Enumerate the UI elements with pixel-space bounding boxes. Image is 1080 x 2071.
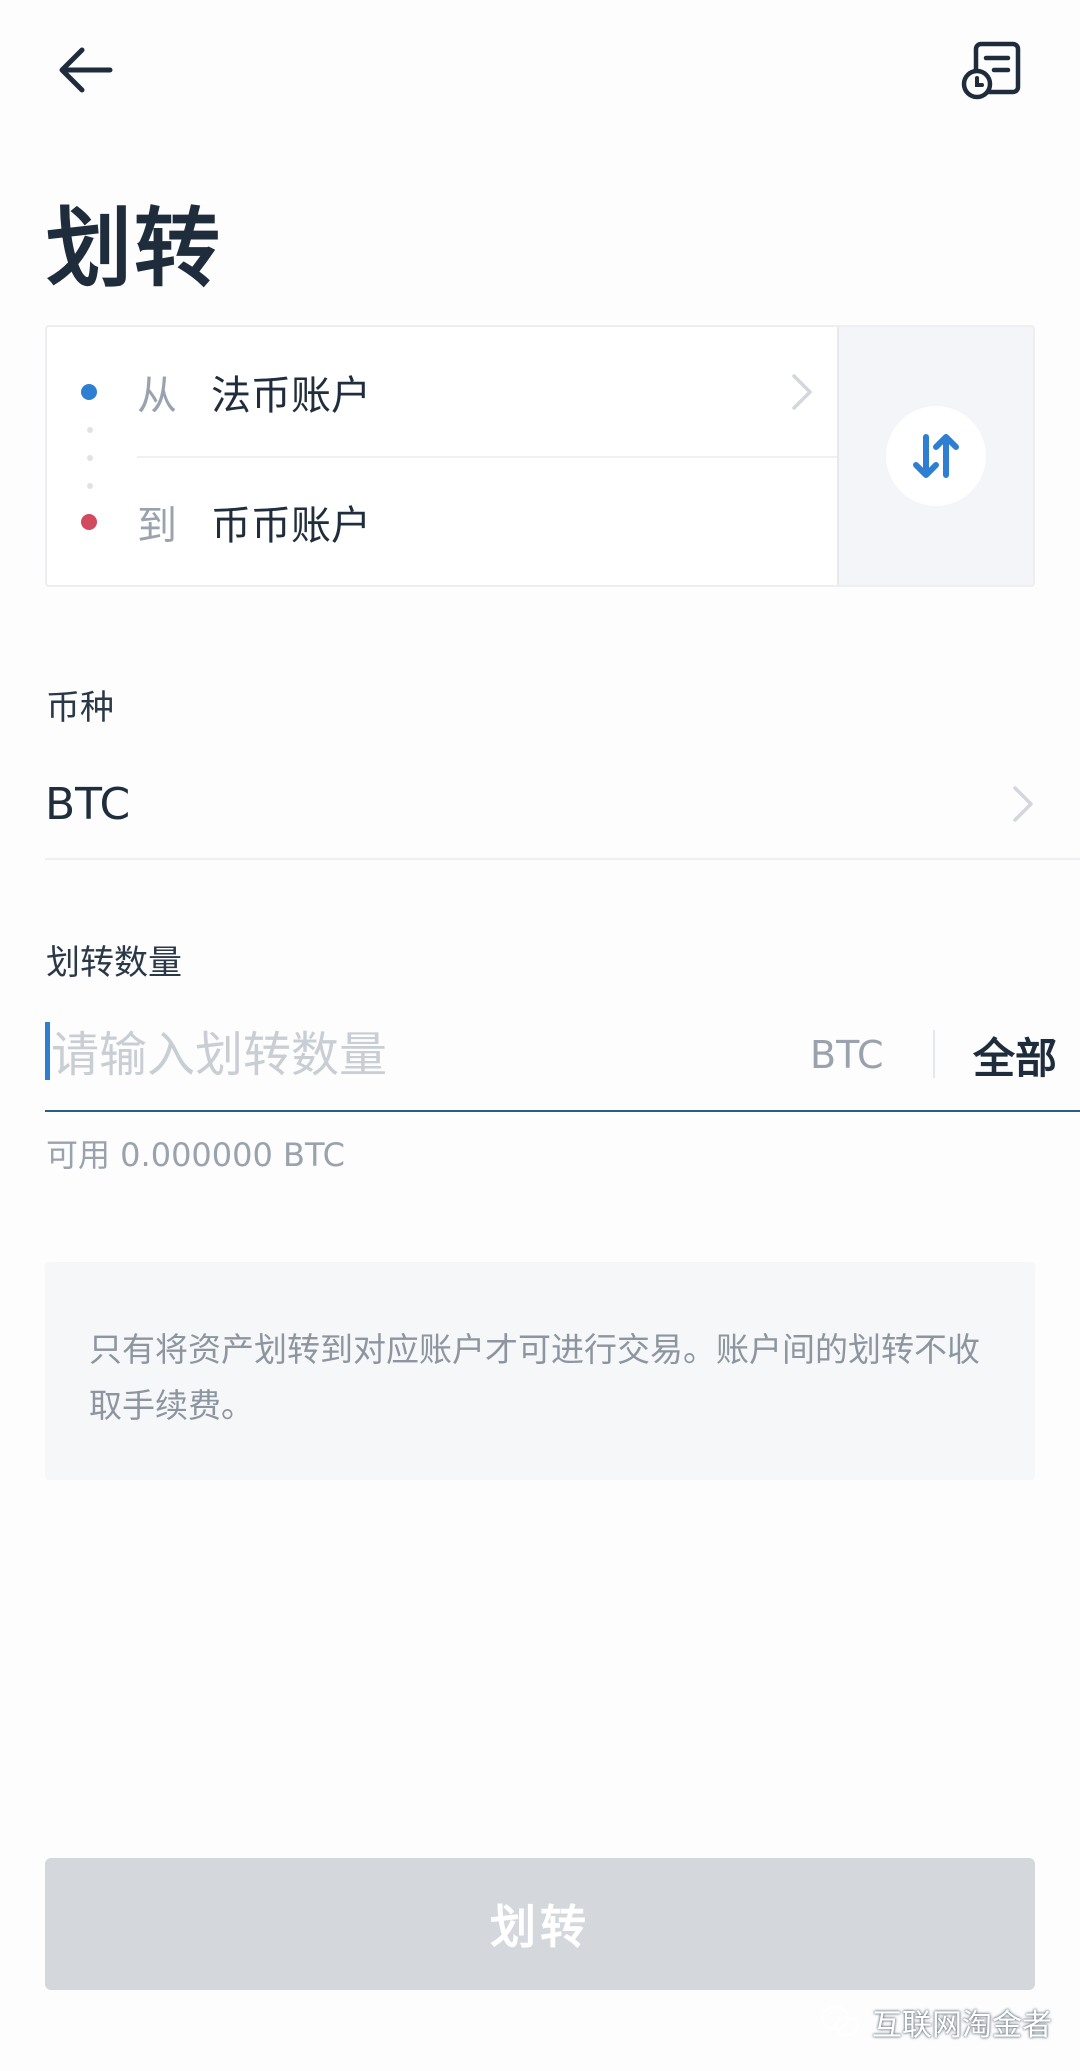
all-amount-button[interactable]: 全部 <box>973 1025 1057 1086</box>
order-history-icon <box>961 41 1021 100</box>
chevron-right-icon <box>1013 786 1033 822</box>
transfer-notice: 只有将资产划转到对应账户才可进行交易。账户间的划转不收取手续费。 <box>45 1262 1035 1480</box>
amount-input[interactable] <box>45 1027 745 1083</box>
history-button[interactable] <box>950 28 1034 112</box>
watermark-text: 互联网淘金者 <box>872 2008 1052 2043</box>
watermark: 互联网淘金者 <box>820 2000 1052 2044</box>
back-button[interactable] <box>40 30 130 110</box>
text-caret <box>45 1022 50 1080</box>
currency-label: 币种 <box>46 688 114 728</box>
available-balance: 可用 0.000000 BTC <box>46 1136 346 1174</box>
arrow-left-icon <box>59 47 113 93</box>
submit-transfer-button[interactable]: 划转 <box>45 1858 1035 1990</box>
amount-unit: BTC <box>810 1033 884 1077</box>
from-prefix: 从 <box>137 373 177 419</box>
swap-arrows-icon <box>913 434 959 478</box>
page-title: 划转 <box>46 199 222 299</box>
transfer-direction-card: 从 法币账户 到 币币账户 <box>45 325 1035 587</box>
to-account-selector[interactable]: 到 币币账户 <box>47 457 837 587</box>
swap-area <box>837 327 1033 585</box>
amount-label: 划转数量 <box>46 943 182 983</box>
unit-separator <box>933 1030 935 1078</box>
amount-field-row: BTC 全部 <box>45 1000 1080 1112</box>
chevron-right-icon <box>792 374 812 410</box>
currency-value: BTC <box>45 778 131 830</box>
from-dot <box>81 384 97 400</box>
to-prefix: 到 <box>137 503 177 549</box>
to-dot <box>81 514 97 530</box>
currency-selector[interactable]: BTC <box>45 750 1080 860</box>
transfer-page: 划转 从 法币账户 到 币币账户 币种 BTC 划转数量 请输入划转数量 BTC… <box>0 0 1080 2071</box>
from-account-name: 法币账户 <box>211 373 371 419</box>
swap-button[interactable] <box>886 406 986 506</box>
wechat-icon <box>820 2005 860 2037</box>
to-account-name: 币币账户 <box>211 503 371 549</box>
from-account-selector[interactable]: 从 法币账户 <box>47 327 837 457</box>
